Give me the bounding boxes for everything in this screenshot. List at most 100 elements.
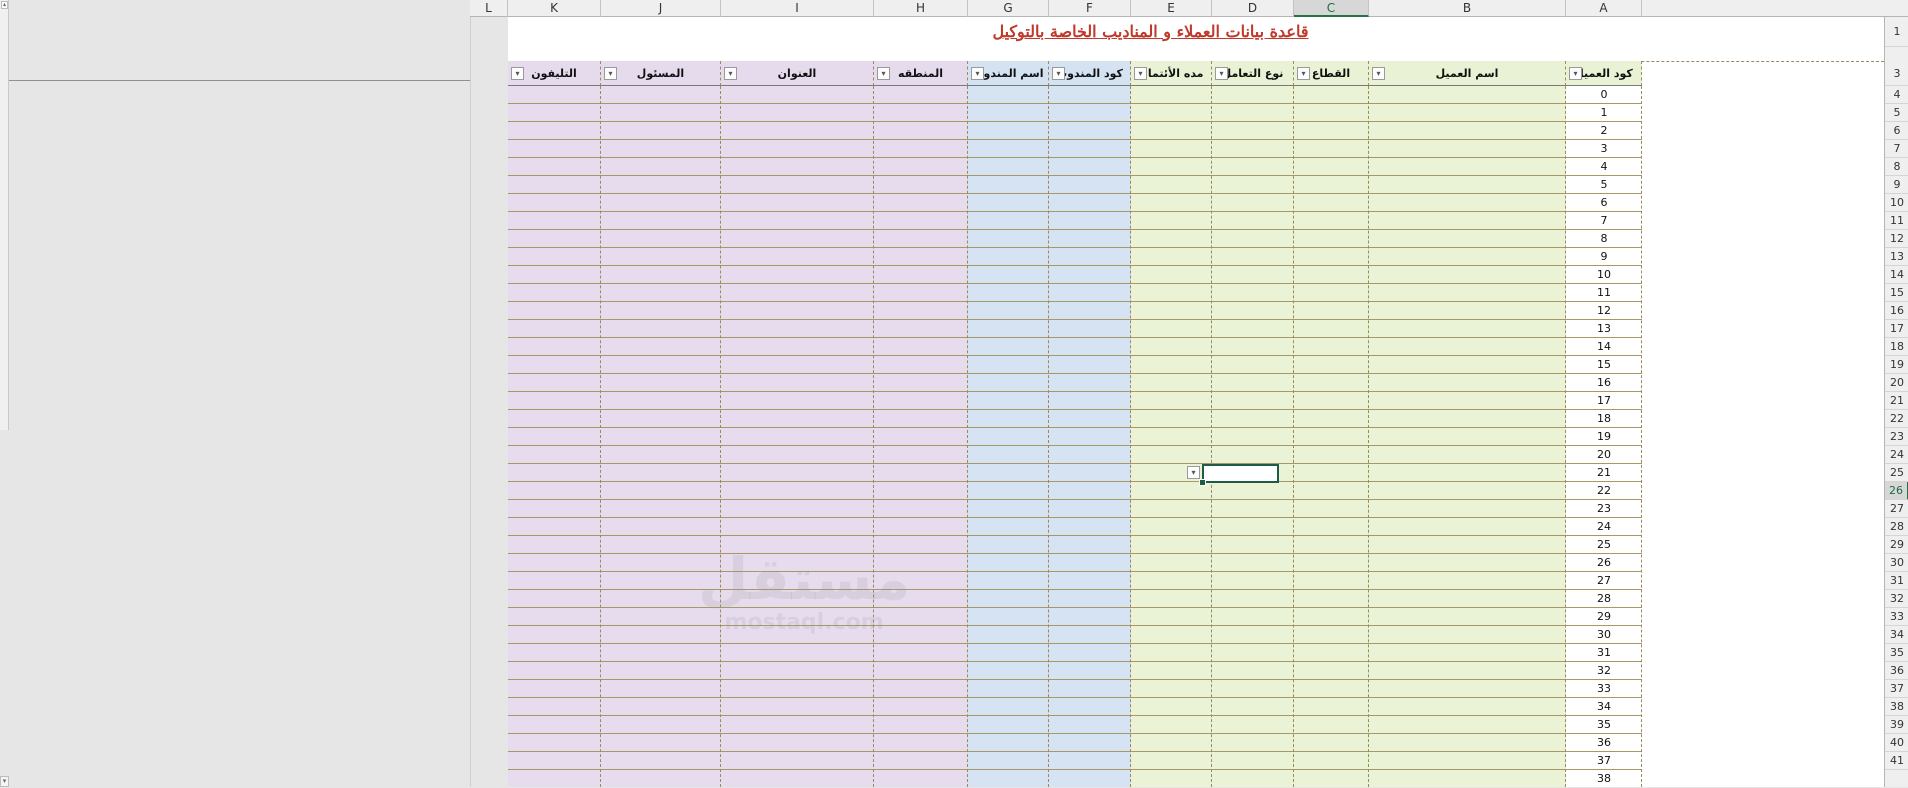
header-client-code[interactable]: كود العميل ▾	[1566, 61, 1642, 86]
column-header-f[interactable]: F	[1049, 0, 1131, 17]
client-code-cell[interactable]: 0	[1566, 86, 1642, 104]
row-header-36[interactable]: 36	[1885, 662, 1908, 680]
row-header-27[interactable]: 27	[1885, 500, 1908, 518]
row-header-38[interactable]: 38	[1885, 698, 1908, 716]
column-rep-code-cells[interactable]	[1049, 86, 1131, 787]
row-header-5[interactable]: 5	[1885, 104, 1908, 122]
filter-dropdown-icon[interactable]: ▾	[604, 67, 617, 80]
client-code-cell[interactable]: 16	[1566, 374, 1642, 392]
row-header-30[interactable]: 30	[1885, 554, 1908, 572]
row-header-9[interactable]: 9	[1885, 176, 1908, 194]
sheet-title[interactable]: قاعدة بيانات العملاء و المناديب الخاصة ب…	[508, 22, 1793, 41]
client-code-cell[interactable]: 1	[1566, 104, 1642, 122]
filter-dropdown-icon[interactable]: ▾	[1134, 67, 1147, 80]
filter-dropdown-icon[interactable]: ▾	[971, 67, 984, 80]
client-code-cell[interactable]: 2	[1566, 122, 1642, 140]
client-code-cell[interactable]: 24	[1566, 518, 1642, 536]
scroll-up-arrow-icon[interactable]: ▴	[1, 1, 8, 9]
client-code-cell[interactable]: 33	[1566, 680, 1642, 698]
client-code-cell[interactable]: 14	[1566, 338, 1642, 356]
row-header-7[interactable]: 7	[1885, 140, 1908, 158]
filter-dropdown-icon[interactable]: ▾	[724, 67, 737, 80]
column-header-g[interactable]: G	[968, 0, 1049, 17]
client-code-cell[interactable]: 22	[1566, 482, 1642, 500]
client-code-cell[interactable]: 8	[1566, 230, 1642, 248]
client-code-cell[interactable]: 30	[1566, 626, 1642, 644]
row-header-1[interactable]: 1	[1885, 17, 1908, 47]
client-code-cell[interactable]: 11	[1566, 284, 1642, 302]
row-header-16[interactable]: 16	[1885, 302, 1908, 320]
row-header-24[interactable]: 24	[1885, 446, 1908, 464]
client-code-cell[interactable]: 38	[1566, 770, 1642, 788]
row-header-22[interactable]: 22	[1885, 410, 1908, 428]
header-responsible[interactable]: المسئول ▾	[601, 61, 721, 86]
client-code-cell[interactable]: 18	[1566, 410, 1642, 428]
row-header-39[interactable]: 39	[1885, 716, 1908, 734]
client-code-cell[interactable]: 32	[1566, 662, 1642, 680]
row-header-31[interactable]: 31	[1885, 572, 1908, 590]
client-code-cell[interactable]: 7	[1566, 212, 1642, 230]
scroll-down-arrow-icon[interactable]: ▾	[0, 776, 9, 787]
column-sector-cells[interactable]	[1294, 86, 1369, 787]
row-header-41[interactable]: 41	[1885, 752, 1908, 770]
column-header-d[interactable]: D	[1212, 0, 1294, 17]
client-code-cell[interactable]: 34	[1566, 698, 1642, 716]
client-code-cell[interactable]: 6	[1566, 194, 1642, 212]
row-header-10[interactable]: 10	[1885, 194, 1908, 212]
column-credit-period-cells[interactable]	[1131, 86, 1212, 787]
column-deal-type-cells[interactable]	[1212, 86, 1294, 787]
client-code-cell[interactable]: 20	[1566, 446, 1642, 464]
row-header-15[interactable]: 15	[1885, 284, 1908, 302]
row-header-26[interactable]: 26	[1885, 482, 1908, 500]
column-rep-name-cells[interactable]	[968, 86, 1049, 787]
row-header-6[interactable]: 6	[1885, 122, 1908, 140]
row-header-8[interactable]: 8	[1885, 158, 1908, 176]
row-header-11[interactable]: 11	[1885, 212, 1908, 230]
header-rep-code[interactable]: كود المندوب ▾	[1049, 61, 1131, 86]
row-header-32[interactable]: 32	[1885, 590, 1908, 608]
worksheet-grid[interactable]: قاعدة بيانات العملاء و المناديب الخاصة ب…	[508, 17, 1884, 787]
client-code-cell[interactable]: 15	[1566, 356, 1642, 374]
client-code-cell[interactable]: 23	[1566, 500, 1642, 518]
column-phone-cells[interactable]	[508, 86, 601, 787]
row-header-21[interactable]: 21	[1885, 392, 1908, 410]
row-header-25[interactable]: 25	[1885, 464, 1908, 482]
column-header-k[interactable]: K	[508, 0, 601, 17]
row-header-33[interactable]: 33	[1885, 608, 1908, 626]
client-code-cell[interactable]: 10	[1566, 266, 1642, 284]
column-header-b[interactable]: B	[1369, 0, 1566, 17]
header-deal-type[interactable]: نوع التعامل ▾	[1212, 61, 1294, 86]
client-code-cell[interactable]: 26	[1566, 554, 1642, 572]
filter-dropdown-icon[interactable]: ▾	[1372, 67, 1385, 80]
column-header-j[interactable]: J	[601, 0, 721, 17]
header-client-name[interactable]: اسم العميل ▾	[1369, 61, 1566, 86]
header-sector[interactable]: القطاع ▾	[1294, 61, 1369, 86]
client-code-cell[interactable]: 29	[1566, 608, 1642, 626]
header-credit-period[interactable]: مده الأئتمان ▾	[1131, 61, 1212, 86]
row-header-28[interactable]: 28	[1885, 518, 1908, 536]
row-header-20[interactable]: 20	[1885, 374, 1908, 392]
client-code-cell[interactable]: 4	[1566, 158, 1642, 176]
fill-handle[interactable]	[1199, 479, 1206, 486]
client-code-cell[interactable]: 28	[1566, 590, 1642, 608]
column-header-c[interactable]: C	[1294, 0, 1369, 17]
row-header-29[interactable]: 29	[1885, 536, 1908, 554]
client-code-cell[interactable]: 17	[1566, 392, 1642, 410]
cell-dropdown-icon[interactable]: ▾	[1187, 466, 1200, 479]
client-code-cell[interactable]: 9	[1566, 248, 1642, 266]
column-header-i[interactable]: I	[721, 0, 874, 17]
client-code-cell[interactable]: 21	[1566, 464, 1642, 482]
filter-dropdown-icon[interactable]: ▾	[877, 67, 890, 80]
column-header-e[interactable]: E	[1131, 0, 1212, 17]
column-responsible-cells[interactable]	[601, 86, 721, 787]
left-vertical-scrollbar[interactable]: ▴	[0, 0, 9, 430]
client-code-cell[interactable]: 25	[1566, 536, 1642, 554]
client-code-cell[interactable]: 27	[1566, 572, 1642, 590]
row-header-37[interactable]: 37	[1885, 680, 1908, 698]
column-region-cells[interactable]	[874, 86, 968, 787]
filter-dropdown-icon[interactable]: ▾	[1569, 67, 1582, 80]
client-code-cell[interactable]: 37	[1566, 752, 1642, 770]
client-code-cell[interactable]: 5	[1566, 176, 1642, 194]
client-code-cell[interactable]: 3	[1566, 140, 1642, 158]
client-code-cell[interactable]: 19	[1566, 428, 1642, 446]
